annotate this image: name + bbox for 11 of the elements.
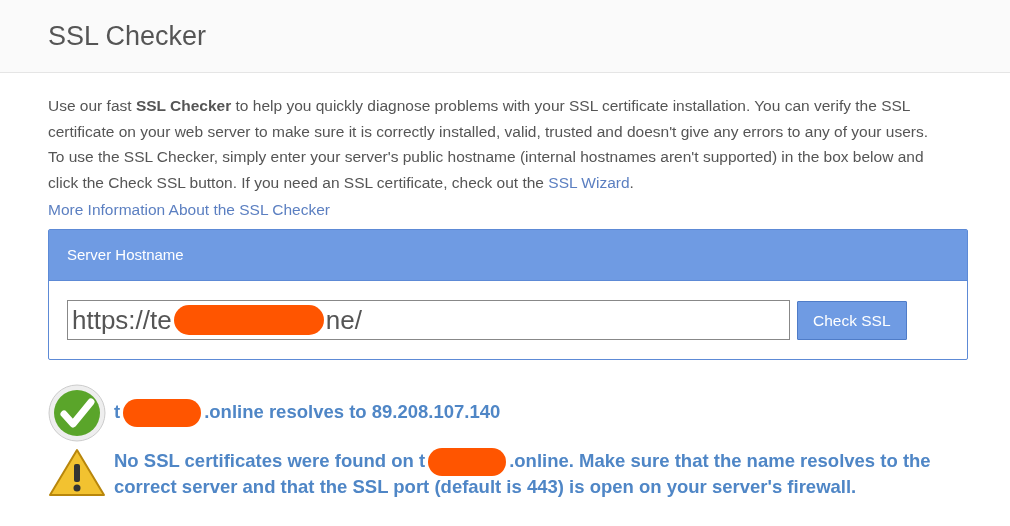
more-info-link[interactable]: More Information About the SSL Checker	[48, 198, 331, 222]
check-ssl-button[interactable]: Check SSL	[797, 300, 907, 340]
intro-paragraph: Use our fast SSL Checker to help you quickly diagnose problems with your SSL certificate installation. You can verify the SSL certificate on your web server to make sure it is correctly installed, valid, trusted and doesn't give any errors to any of your users. To use the SSL Checker, simply enter your server's public hostname (internal hostnames aren't supported) in the box below and click the Check SSL button. If you need an SSL certificate, check out the SSL Wizard.	[48, 96, 929, 193]
warning-icon	[48, 448, 106, 499]
hostname-input-field[interactable]: https://te ne/	[67, 300, 790, 341]
ssl-wizard-link[interactable]: SSL Wizard	[548, 173, 630, 191]
panel-header: Server Hostname	[49, 230, 967, 281]
result-message: t .online resolves to 89.208.107.140	[114, 399, 964, 428]
page-title: SSL Checker	[48, 19, 207, 53]
check-icon	[48, 384, 106, 443]
result-message: No SSL certificates were found on t .online. Make sure that the name resolves to the correct server and that the SSL port (default is 443) is open on your server's firewall.	[114, 448, 932, 499]
